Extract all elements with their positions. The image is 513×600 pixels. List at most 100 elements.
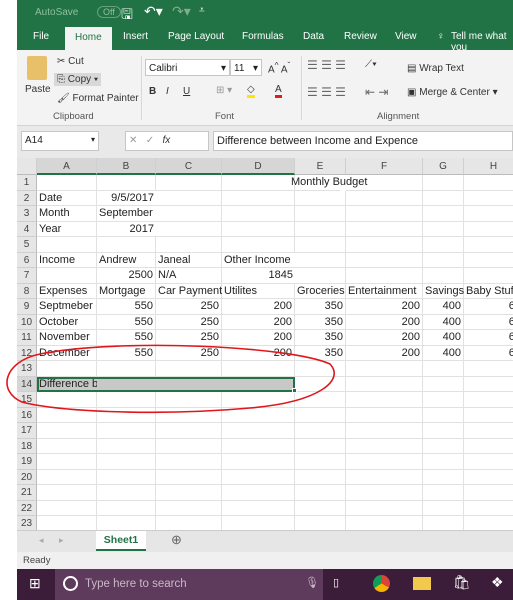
formula-input[interactable]: Difference between Income and Expence bbox=[213, 131, 513, 151]
cell-D8[interactable]: Utilites bbox=[222, 283, 295, 299]
cell-G5[interactable] bbox=[423, 237, 464, 253]
increase-font-icon[interactable]: A^ Aˇ bbox=[268, 60, 290, 75]
cell-F15[interactable] bbox=[346, 392, 423, 408]
cell-F10[interactable]: 200 bbox=[346, 314, 423, 330]
cell-B19[interactable] bbox=[97, 454, 156, 470]
format-painter-button[interactable]: 🖌 Format Painter bbox=[57, 93, 139, 104]
cell-B9[interactable]: 550 bbox=[97, 299, 156, 315]
cell-F3[interactable] bbox=[346, 206, 423, 222]
cell-A17[interactable] bbox=[37, 423, 97, 439]
tab-formulas[interactable]: Formulas bbox=[242, 31, 284, 42]
cell-D19[interactable] bbox=[222, 454, 295, 470]
cell-E17[interactable] bbox=[295, 423, 346, 439]
cancel-icon[interactable]: ✕ bbox=[129, 135, 137, 146]
paste-icon[interactable] bbox=[27, 56, 47, 80]
cell-D17[interactable] bbox=[222, 423, 295, 439]
italic-button[interactable]: I bbox=[166, 86, 169, 97]
tab-insert[interactable]: Insert bbox=[123, 31, 148, 42]
cell-B18[interactable] bbox=[97, 438, 156, 454]
cell-D7[interactable]: 1845 bbox=[222, 268, 295, 284]
cell-A9[interactable]: Septmeber bbox=[37, 299, 97, 315]
cell-F22[interactable] bbox=[346, 500, 423, 516]
row-header[interactable]: 17 bbox=[17, 423, 37, 439]
cell-A20[interactable] bbox=[37, 469, 97, 485]
cell-D6[interactable]: Other Income bbox=[222, 253, 295, 268]
customize-toolbar-icon[interactable]: ⩡ bbox=[199, 5, 205, 16]
cell-H19[interactable] bbox=[464, 454, 513, 470]
cell-E8[interactable]: Groceries bbox=[295, 283, 346, 299]
select-all-corner[interactable] bbox=[17, 158, 37, 175]
cell-A8[interactable]: Expenses bbox=[37, 283, 97, 299]
cell-D2[interactable] bbox=[222, 190, 295, 206]
cell-C6[interactable]: Janeal bbox=[156, 252, 222, 268]
tab-view[interactable]: View bbox=[395, 31, 417, 42]
cell-D10[interactable]: 200 bbox=[222, 314, 295, 330]
column-header-H[interactable]: H bbox=[464, 158, 513, 175]
cell-E5[interactable] bbox=[295, 237, 346, 253]
cell-A19[interactable] bbox=[37, 454, 97, 470]
cell-G17[interactable] bbox=[423, 423, 464, 439]
cell-G1[interactable] bbox=[423, 175, 464, 191]
align-top-icon[interactable]: ☰ ☰ ☰ bbox=[307, 58, 346, 72]
cell-G16[interactable] bbox=[423, 407, 464, 423]
cell-B5[interactable] bbox=[97, 237, 156, 253]
cell-A6[interactable]: Income bbox=[37, 252, 97, 268]
cell-B10[interactable]: 550 bbox=[97, 314, 156, 330]
cell-G13[interactable] bbox=[423, 361, 464, 377]
cell-A10[interactable]: October bbox=[37, 314, 97, 330]
cell-G4[interactable] bbox=[423, 221, 464, 237]
scroll-left-icon[interactable]: ◂ bbox=[39, 535, 44, 546]
cell-G20[interactable] bbox=[423, 469, 464, 485]
cell-D3[interactable] bbox=[222, 206, 295, 222]
cell-F16[interactable] bbox=[346, 407, 423, 423]
cell-H9[interactable]: 60 bbox=[464, 299, 513, 315]
cell-B4[interactable]: 2017 bbox=[97, 222, 156, 237]
cell-G10[interactable]: 400 bbox=[423, 314, 464, 330]
cell-E10[interactable]: 350 bbox=[295, 314, 346, 330]
cell-E1[interactable]: Monthly Budget bbox=[289, 175, 367, 191]
cell-A18[interactable] bbox=[37, 438, 97, 454]
underline-button[interactable]: U bbox=[183, 86, 190, 97]
cell-A21[interactable] bbox=[37, 485, 97, 501]
bold-button[interactable]: B bbox=[149, 86, 156, 97]
column-header-F[interactable]: F bbox=[346, 158, 423, 175]
column-header-C[interactable]: C bbox=[156, 158, 222, 175]
windows-start-icon[interactable]: ⊞ bbox=[29, 575, 41, 592]
row-header[interactable]: 3 bbox=[17, 206, 37, 222]
cell-G9[interactable]: 400 bbox=[423, 299, 464, 315]
add-sheet-icon[interactable]: ⊕ bbox=[171, 532, 182, 548]
cell-B21[interactable] bbox=[97, 485, 156, 501]
store-icon[interactable]: 🛍 bbox=[453, 574, 471, 591]
fill-color-icon[interactable]: ◇ bbox=[247, 84, 255, 98]
dropbox-icon[interactable]: ❖ bbox=[491, 574, 504, 591]
cell-E18[interactable] bbox=[295, 438, 346, 454]
cell-E21[interactable] bbox=[295, 485, 346, 501]
cell-E3[interactable] bbox=[295, 206, 346, 222]
cell-A3[interactable]: Month bbox=[37, 206, 97, 222]
cell-E23[interactable] bbox=[295, 516, 346, 530]
row-header[interactable]: 21 bbox=[17, 485, 37, 501]
cell-H16[interactable] bbox=[464, 408, 513, 423]
cell-H2[interactable] bbox=[464, 191, 513, 206]
cell-D18[interactable] bbox=[222, 438, 295, 454]
cell-F14[interactable] bbox=[346, 376, 423, 392]
cell-B1[interactable] bbox=[97, 175, 156, 191]
cell-H10[interactable]: 60 bbox=[464, 315, 513, 330]
cell-G23[interactable] bbox=[423, 516, 464, 530]
align-left-icon[interactable]: ☰ ☰ ☰ bbox=[307, 85, 346, 99]
font-size-select[interactable]: 11 ▾ bbox=[230, 59, 262, 76]
cell-F4[interactable] bbox=[346, 221, 423, 237]
paste-button[interactable]: Paste bbox=[25, 84, 51, 95]
cell-F19[interactable] bbox=[346, 454, 423, 470]
cell-F5[interactable] bbox=[346, 237, 423, 253]
cell-G12[interactable]: 400 bbox=[423, 345, 464, 361]
cell-C9[interactable]: 250 bbox=[156, 299, 222, 315]
cell-A1[interactable] bbox=[37, 175, 97, 191]
borders-icon[interactable]: ⊞ ▾ bbox=[216, 85, 232, 96]
cell-D1[interactable] bbox=[222, 175, 295, 191]
cell-C4[interactable] bbox=[156, 221, 222, 237]
cell-C21[interactable] bbox=[156, 485, 222, 501]
cell-B7[interactable]: 2500 bbox=[97, 268, 156, 284]
cell-H14[interactable] bbox=[464, 377, 513, 392]
cell-D4[interactable] bbox=[222, 221, 295, 237]
